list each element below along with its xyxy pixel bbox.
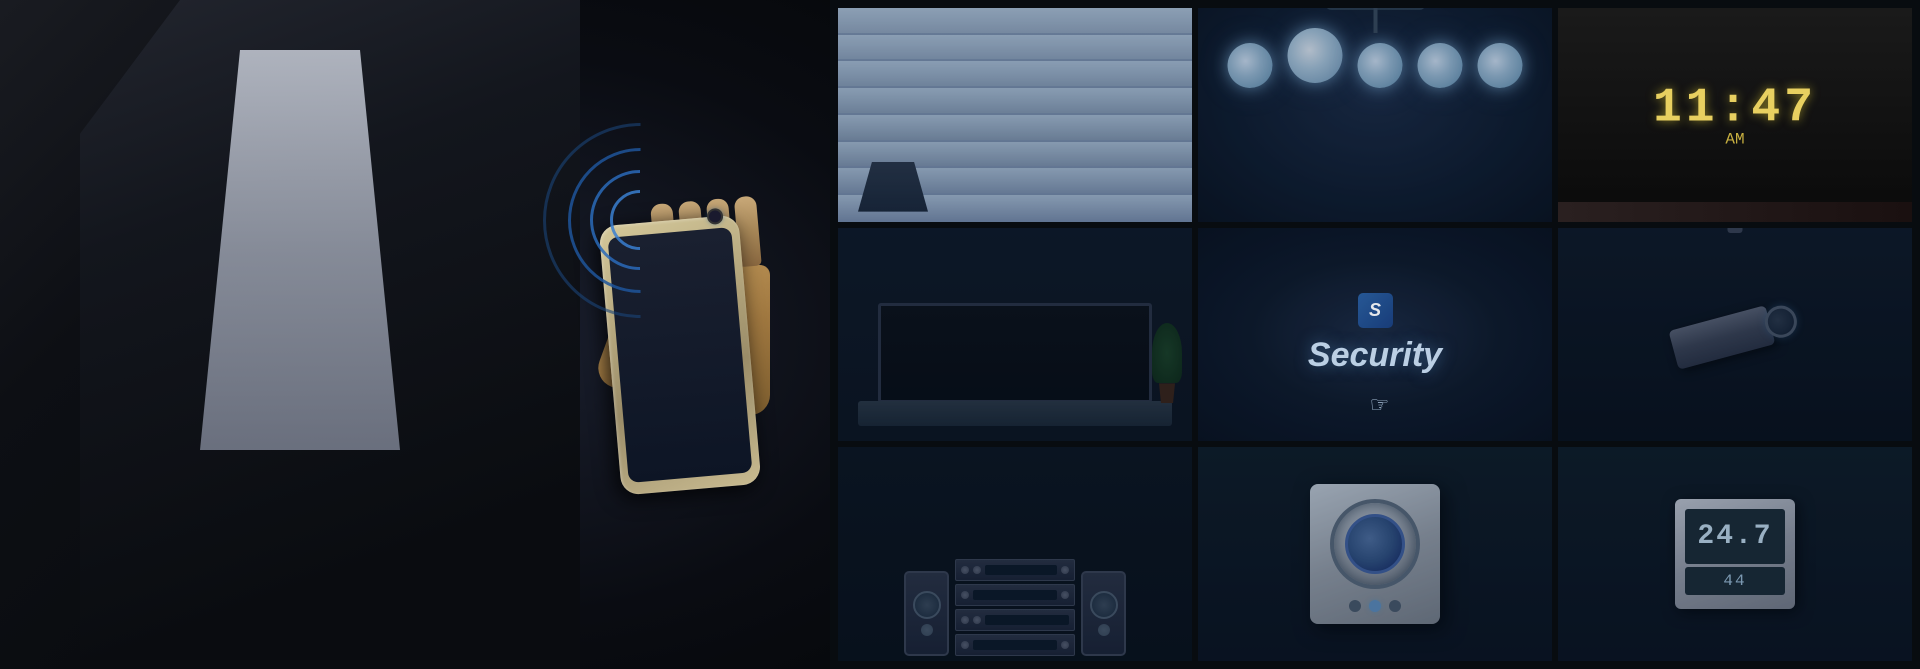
tv-screen bbox=[878, 303, 1152, 403]
tv-stand bbox=[858, 401, 1172, 426]
camera-body bbox=[1668, 306, 1775, 371]
washer-controls bbox=[1349, 600, 1401, 612]
speaker-cone-right bbox=[1090, 591, 1118, 619]
grid-cell-security[interactable]: S Security ☞ bbox=[1198, 228, 1552, 442]
washer-btn-1 bbox=[1349, 600, 1361, 612]
security-overlay: S Security ☞ bbox=[1198, 228, 1552, 442]
device-grid: 11:47 AM S Security ☞ bbox=[830, 0, 1920, 669]
lamp-bulb-1 bbox=[1228, 43, 1273, 88]
plant-leaves bbox=[1152, 323, 1182, 383]
living-room bbox=[838, 228, 1192, 442]
grid-cell-tv[interactable] bbox=[838, 228, 1192, 442]
grid-cell-blinds[interactable] bbox=[838, 8, 1192, 222]
speaker-tweeter-left bbox=[921, 624, 933, 636]
security-logo-icon: S bbox=[1358, 293, 1393, 328]
main-scene: 11:47 AM S Security ☞ bbox=[0, 0, 1920, 669]
washing-machine bbox=[1310, 484, 1440, 624]
lamp-bulb-2 bbox=[1358, 43, 1403, 88]
thermo-main-screen: 24.7 bbox=[1685, 509, 1785, 564]
grid-cell-audio[interactable] bbox=[838, 447, 1192, 661]
security-label: Security bbox=[1308, 336, 1442, 375]
grid-cell-camera[interactable] bbox=[1558, 228, 1912, 442]
amp-unit-4 bbox=[955, 634, 1075, 656]
left-panel bbox=[0, 0, 830, 669]
speaker-cone-left bbox=[913, 591, 941, 619]
lamp-bulb-4 bbox=[1478, 43, 1523, 88]
ceiling-lamp bbox=[1228, 28, 1523, 88]
washer-drum-inner bbox=[1345, 514, 1405, 574]
lamp-bulb-3 bbox=[1418, 43, 1463, 88]
amp-unit-2 bbox=[955, 584, 1075, 606]
speaker-right bbox=[1081, 571, 1126, 656]
speaker-tweeter-right bbox=[1098, 624, 1110, 636]
grid-cell-thermostat[interactable]: 24.7 44 bbox=[1558, 447, 1912, 661]
washer-btn-2 bbox=[1369, 600, 1381, 612]
clock-bar bbox=[1558, 202, 1912, 222]
clock-display: 11:47 AM bbox=[1653, 81, 1817, 148]
lamp-arm bbox=[1373, 8, 1377, 33]
grid-cell-light[interactable] bbox=[1198, 8, 1552, 222]
phone-camera bbox=[706, 208, 723, 225]
clock-time: 11:47 bbox=[1653, 81, 1817, 135]
thermostat-device: 24.7 44 bbox=[1675, 499, 1795, 609]
amp-unit-1 bbox=[955, 559, 1075, 581]
grid-cell-washer[interactable] bbox=[1198, 447, 1552, 661]
speaker-left bbox=[904, 571, 949, 656]
plant-pot bbox=[1157, 383, 1177, 403]
cursor-icon: ☞ bbox=[1370, 392, 1388, 416]
camera-mount bbox=[1728, 228, 1743, 233]
lamp-bulb-center bbox=[1288, 28, 1343, 83]
amplifier-stack bbox=[955, 559, 1075, 656]
washer-drum bbox=[1330, 499, 1420, 589]
washer-btn-3 bbox=[1389, 600, 1401, 612]
grid-cell-clock[interactable]: 11:47 AM bbox=[1558, 8, 1912, 222]
audio-system bbox=[843, 464, 1187, 656]
thermo-sub-screen: 44 bbox=[1685, 567, 1785, 595]
security-camera bbox=[1668, 299, 1801, 371]
amp-unit-3 bbox=[955, 609, 1075, 631]
plant bbox=[1152, 323, 1182, 403]
temperature-reading: 24.7 bbox=[1697, 521, 1772, 552]
humidity-reading: 44 bbox=[1723, 572, 1746, 590]
